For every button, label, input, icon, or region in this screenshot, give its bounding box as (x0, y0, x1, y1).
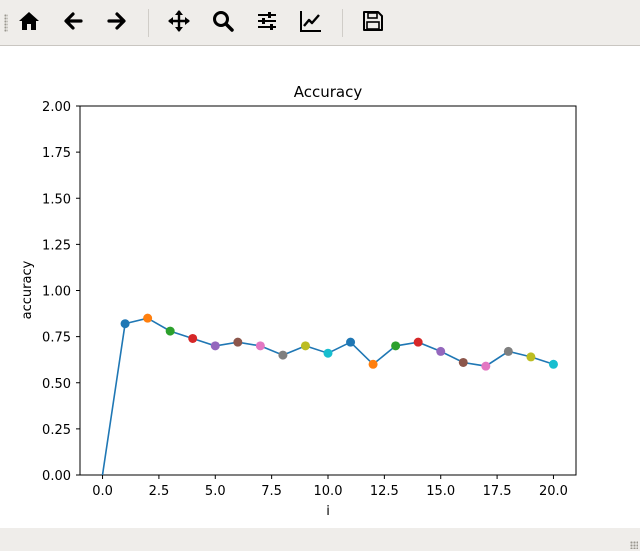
series-line (101, 317, 554, 476)
data-point (436, 346, 446, 356)
status-bar (0, 528, 640, 551)
data-point (188, 333, 198, 343)
x-axis-label: i (326, 504, 330, 519)
y-tick-label: 0.00 (42, 469, 71, 484)
pan-button[interactable] (163, 7, 195, 39)
x-tick-label: 7.5 (261, 484, 282, 499)
accuracy-chart: Accuracy 0.0 2.5 5.0 7.5 10.0 12.5 15.0 17.5 20.… (20, 83, 577, 519)
data-point (323, 348, 333, 358)
data-point (548, 359, 558, 369)
arrow-left-icon (61, 9, 85, 37)
toolbar (0, 0, 640, 46)
toolbar-separator (342, 9, 343, 37)
data-point (368, 359, 378, 369)
axes-frame (79, 105, 577, 476)
data-point (481, 361, 491, 371)
move-icon (167, 9, 191, 37)
data-point (526, 352, 536, 362)
x-tick-label: 10.0 (314, 484, 343, 499)
sliders-icon (255, 9, 279, 37)
data-point (210, 341, 220, 351)
plot-area: 0.0 2.5 5.0 7.5 10.0 12.5 15.0 17.5 20.0 0.00 0.25… (42, 100, 577, 499)
data-point (413, 337, 423, 347)
data-point (391, 341, 401, 351)
data-point (255, 341, 265, 351)
x-tick-label: 17.5 (483, 484, 512, 499)
data-point (503, 346, 513, 356)
zoom-button[interactable] (207, 7, 239, 39)
save-button[interactable] (357, 7, 389, 39)
forward-button[interactable] (101, 7, 133, 39)
x-tick-label: 2.5 (149, 484, 170, 499)
x-tick-label: 5.0 (205, 484, 226, 499)
y-tick-label: 1.50 (42, 192, 71, 207)
y-tick-label: 2.00 (42, 100, 71, 115)
data-point (346, 337, 356, 347)
back-button[interactable] (57, 7, 89, 39)
y-axis-label: accuracy (20, 260, 35, 319)
data-point (143, 313, 153, 323)
magnifier-icon (211, 9, 235, 37)
data-point (458, 357, 468, 367)
y-tick-label: 1.00 (42, 285, 71, 300)
x-tick-label: 15.0 (426, 484, 455, 499)
home-icon (17, 9, 41, 37)
configure-subplots-button[interactable] (251, 7, 283, 39)
data-point (300, 341, 310, 351)
edit-axis-button[interactable] (295, 7, 327, 39)
line-chart-icon (299, 9, 323, 37)
toolbar-separator (148, 9, 149, 37)
y-tick-label: 1.25 (42, 238, 71, 253)
y-tick-label: 0.75 (42, 331, 71, 346)
arrow-right-icon (105, 9, 129, 37)
figure-canvas[interactable]: Accuracy 0.0 2.5 5.0 7.5 10.0 12.5 15.0 17.5 20.… (0, 46, 640, 528)
x-tick-label: 0.0 (92, 484, 113, 499)
y-tick-label: 1.75 (42, 146, 71, 161)
data-point (233, 337, 243, 347)
floppy-disk-icon (361, 9, 385, 37)
x-tick-label: 12.5 (370, 484, 399, 499)
x-tick-label: 20.0 (539, 484, 568, 499)
resize-grip[interactable] (630, 541, 638, 549)
chart-title: Accuracy (294, 83, 363, 101)
y-tick-label: 0.25 (42, 423, 71, 438)
data-point (165, 326, 175, 336)
data-point (120, 319, 130, 329)
home-button[interactable] (13, 7, 45, 39)
toolbar-grip[interactable] (4, 14, 8, 32)
data-point (278, 350, 288, 360)
y-tick-label: 0.50 (42, 377, 71, 392)
